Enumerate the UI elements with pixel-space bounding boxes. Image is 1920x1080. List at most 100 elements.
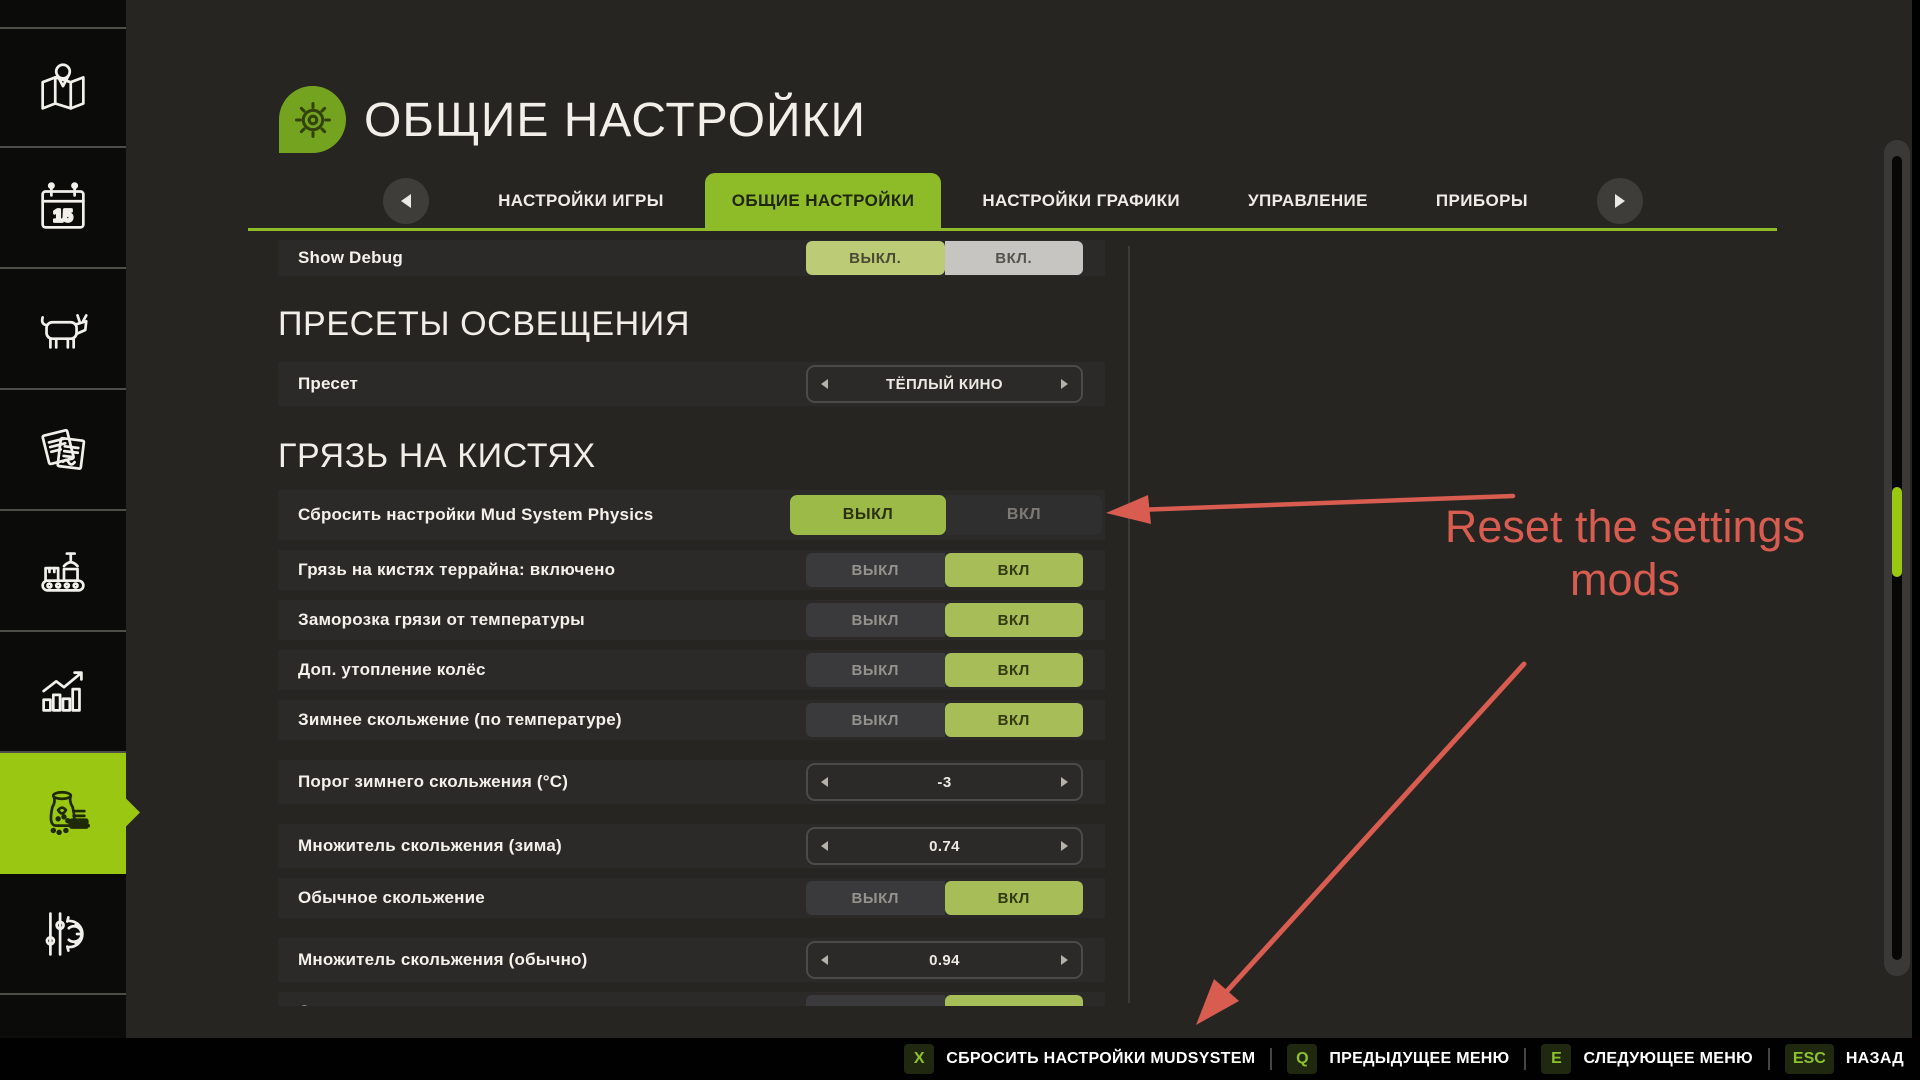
setting-row-extra-wheel-sinking: Доп. утопление колёс ВЫКЛВКЛ: [278, 650, 1105, 690]
sidebar-item-map[interactable]: [0, 27, 126, 148]
sidebar-item-contracts[interactable]: [0, 390, 126, 511]
setting-label: Множитель скольжения (зима): [298, 836, 562, 856]
tabs-next-button[interactable]: [1597, 178, 1643, 224]
tabs-prev-button[interactable]: [383, 178, 429, 224]
toggle-on-option[interactable]: ВКЛ: [945, 603, 1084, 637]
scrollbar-thumb[interactable]: [1892, 487, 1902, 577]
selector-prev-icon[interactable]: [821, 777, 828, 787]
animals-icon: [32, 298, 94, 360]
toggle-terrain-mud-enabled: ВЫКЛВКЛ: [806, 553, 1083, 587]
selector-slip-multiplier-normal[interactable]: 0.94: [806, 941, 1083, 979]
selector-slip-multiplier-winter[interactable]: 0.74: [806, 827, 1083, 865]
toggle-on-option[interactable]: ВКЛ.: [945, 241, 1084, 275]
scrollbar[interactable]: [1884, 140, 1910, 976]
setting-label: Пресет: [298, 374, 358, 394]
page-icon: [279, 86, 346, 153]
hint-separator: [1270, 1048, 1272, 1070]
toggle-normal-slipping: ВЫКЛВКЛ: [806, 881, 1083, 915]
toggle-extra-wheel-sinking: ВЫКЛВКЛ: [806, 653, 1083, 687]
setting-label: Обычное скольжение: [298, 888, 485, 908]
svg-text:15: 15: [53, 205, 73, 225]
tab-controls[interactable]: УПРАВЛЕНИЕ: [1221, 173, 1395, 228]
toggle-off-option[interactable]: ВЫКЛ.: [806, 241, 945, 275]
fs-settings-screen: 15 12345L ОБЩИЕ НАСТРОЙКИ НАСТРОЙКИ ИГРЫ О…: [0, 0, 1920, 1080]
svg-text:12345L: 12345L: [69, 821, 89, 827]
hint-previous-menu[interactable]: QПРЕДЫДУЩЕЕ МЕНЮ: [1287, 1044, 1509, 1074]
sidebar-item-precision-farming[interactable]: 12345L: [0, 753, 126, 874]
setting-row-winter-slipping-threshold: Порог зимнего скольжения (°C)-3: [278, 760, 1105, 804]
section-mud-on-brushes: ГРЯЗЬ НА КИСТЯХ: [278, 438, 1105, 474]
setting-label: Доп. утопление колёс: [298, 660, 486, 680]
selector-value: 0.94: [828, 952, 1061, 969]
selector-prev-icon[interactable]: [821, 841, 828, 851]
hint-label: СЛЕДУЮЩЕЕ МЕНЮ: [1583, 1050, 1752, 1068]
active-item-notch: [125, 798, 140, 828]
setting-row-show-debug: Show Debug ВЫКЛ.ВКЛ.: [278, 240, 1105, 276]
toggle-off-option[interactable]: ВЫКЛ: [806, 603, 945, 637]
sidebar-item-calendar[interactable]: 15: [0, 148, 126, 269]
setting-row-mud-freezing-by-temperature: Заморозка грязи от температуры ВЫКЛВКЛ: [278, 600, 1105, 640]
precision-farming-icon: 12345L: [32, 782, 94, 844]
hint-reset-mudsystem[interactable]: XСБРОСИТЬ НАСТРОЙКИ MUDSYSTEM: [904, 1044, 1255, 1074]
setting-label: Множитель скольжения (обычно): [298, 950, 588, 970]
key-badge-esc: ESC: [1785, 1044, 1834, 1074]
toggle-on-option[interactable]: ВКЛ: [945, 553, 1084, 587]
sidebar-item-statistics[interactable]: [0, 632, 126, 753]
toggle-rain-slipping: ВЫКЛВКЛ: [806, 995, 1083, 1006]
selector-winter-slipping-threshold[interactable]: -3: [806, 763, 1083, 801]
sidebar-item-production[interactable]: [0, 511, 126, 632]
selector-value: ТЁПЛЫЙ КИНО: [828, 376, 1061, 393]
selector-prev-icon[interactable]: [821, 955, 828, 965]
key-badge-x: X: [904, 1044, 934, 1074]
toggle-off-option[interactable]: ВЫКЛ: [790, 495, 946, 535]
toggle-reset-mud-system-physics: ВЫКЛВКЛ: [790, 495, 1102, 535]
setting-label: Show Debug: [298, 248, 403, 268]
toggle-off-option[interactable]: ВЫКЛ: [806, 553, 945, 587]
setting-label: Зимнее скольжение (по температуре): [298, 710, 622, 730]
hint-back[interactable]: ESCНАЗАД: [1785, 1044, 1904, 1074]
calendar-icon: 15: [32, 177, 94, 239]
gear-icon: [286, 93, 340, 147]
sidebar-item-animals[interactable]: [0, 269, 126, 390]
key-badge-e: E: [1541, 1044, 1571, 1074]
selector-value: -3: [828, 774, 1061, 791]
selector-preset[interactable]: ТЁПЛЫЙ КИНО: [806, 365, 1083, 403]
toggle-off-option[interactable]: ВЫКЛ: [806, 653, 945, 687]
toggle-off-option[interactable]: ВЫКЛ: [806, 703, 945, 737]
toggle-on-option[interactable]: ВКЛ: [945, 703, 1084, 737]
setting-row-normal-slipping: Обычное скольжение ВЫКЛВКЛ: [278, 878, 1105, 918]
setting-label: Сбросить настройки Mud System Physics: [298, 505, 653, 525]
chevron-left-icon: [401, 194, 411, 208]
selector-next-icon[interactable]: [1061, 955, 1068, 965]
selector-next-icon[interactable]: [1061, 841, 1068, 851]
toggle-show-debug: ВЫКЛ.ВКЛ.: [806, 241, 1083, 275]
settings-list: Show DebugВЫКЛ.ВКЛ.ПРЕСЕТЫ ОСВЕЩЕНИЯПрес…: [278, 240, 1105, 1006]
statistics-icon: [32, 661, 94, 723]
sidebar-item-mod-settings[interactable]: [0, 874, 126, 995]
list-divider: [1128, 246, 1130, 1003]
tab-game-settings[interactable]: НАСТРОЙКИ ИГРЫ: [471, 173, 691, 228]
hint-separator: [1768, 1048, 1770, 1070]
toggle-off-option[interactable]: ВЫКЛ: [806, 995, 945, 1006]
tab-instruments[interactable]: ПРИБОРЫ: [1409, 173, 1555, 228]
toggle-on-option[interactable]: ВКЛ: [945, 881, 1084, 915]
settings-tab-bar: НАСТРОЙКИ ИГРЫ ОБЩИЕ НАСТРОЙКИНАСТРОЙКИ Г…: [248, 173, 1778, 228]
setting-row-reset-mud-system-physics: Сбросить настройки Mud System Physics ВЫК…: [278, 490, 1105, 540]
selector-prev-icon[interactable]: [821, 379, 828, 389]
selector-next-icon[interactable]: [1061, 777, 1068, 787]
selector-next-icon[interactable]: [1061, 379, 1068, 389]
tab-graphics-settings[interactable]: НАСТРОЙКИ ГРАФИКИ: [955, 173, 1207, 228]
toggle-off-option[interactable]: ВЫКЛ: [806, 881, 945, 915]
hint-next-menu[interactable]: E СЛЕДУЮЩЕЕ МЕНЮ: [1541, 1044, 1752, 1074]
setting-row-slip-multiplier-normal: Множитель скольжения (обычно) 0.94: [278, 938, 1105, 982]
setting-label: Грязь на кистях террайна: включено: [298, 560, 615, 580]
toggle-on-option[interactable]: ВКЛ: [946, 495, 1102, 535]
toggle-on-option[interactable]: ВКЛ: [945, 653, 1084, 687]
tab-general-settings[interactable]: ОБЩИЕ НАСТРОЙКИ: [705, 173, 942, 228]
toggle-on-option[interactable]: ВКЛ: [945, 995, 1084, 1006]
tab-underline: [248, 228, 1777, 231]
setting-row-winter-slipping-by-temperature: Зимнее скольжение (по температуре) ВЫКЛВК…: [278, 700, 1105, 740]
setting-label: Заморозка грязи от температуры: [298, 610, 585, 630]
arrow-to-footer-hint: [1196, 664, 1524, 1025]
toggle-mud-freezing-by-temperature: ВЫКЛВКЛ: [806, 603, 1083, 637]
